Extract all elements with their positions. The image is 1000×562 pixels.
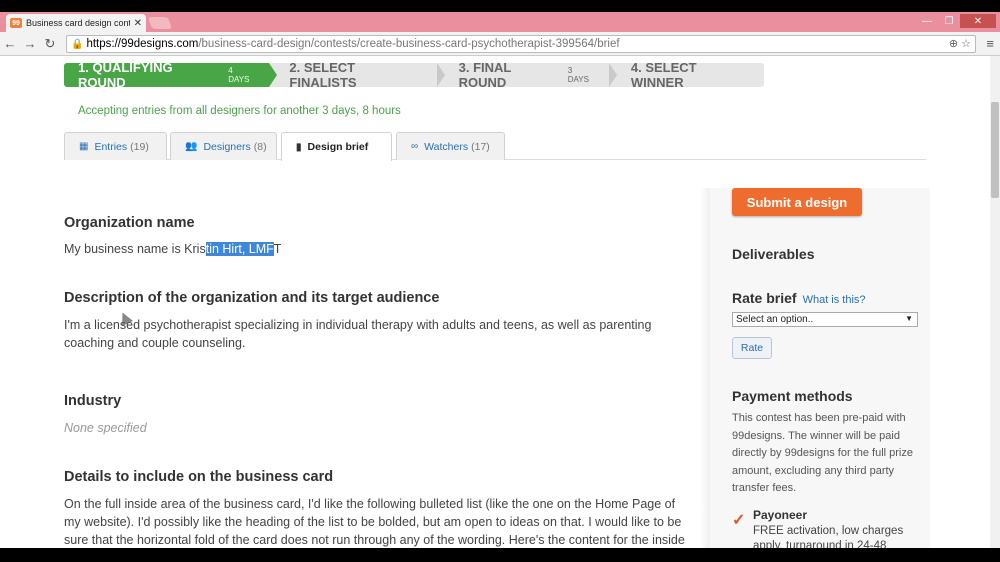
sidebar: Submit a design Deliverables Rate brief W… — [710, 188, 930, 548]
minimize-icon[interactable]: — — [916, 14, 938, 28]
window-controls: — ❐ ✕ — [916, 14, 996, 28]
tab-label: Designers — [203, 140, 251, 153]
step-days: 3 DAYS — [567, 66, 589, 84]
details-text: On the full inside area of the business … — [64, 497, 685, 547]
description-text: I'm a licensed psychotherapist specializ… — [64, 318, 652, 350]
designers-icon: 👥 — [185, 141, 198, 152]
content-tabs: ▦ Entries (19) 👥 Designers (8) ▮ Design … — [64, 132, 926, 161]
rate-brief-heading: Rate brief What is this? — [732, 290, 866, 306]
deliverables-heading: Deliverables — [732, 246, 815, 262]
scrollbar-thumb[interactable] — [991, 102, 999, 198]
tab-label: Design brief — [307, 141, 369, 153]
entries-icon: ▦ — [79, 141, 89, 152]
step-label: 4. SELECT WINNER — [630, 60, 697, 90]
back-icon[interactable]: ← — [0, 36, 20, 51]
browser-window: 99 Business card design cont ✕ — ❐ ✕ ← →… — [0, 12, 1000, 548]
page-content: 1. QUALIFYING ROUND 4 DAYS 2. SELECT FIN… — [0, 56, 990, 548]
tab-count: (19) — [130, 140, 149, 153]
zoom-icon[interactable]: ⊕ — [949, 38, 958, 50]
step-label: 2. SELECT FINALISTS — [289, 60, 357, 90]
url-path: /business-card-design/contests/create-bu… — [198, 38, 620, 50]
payoneer-name: Payoneer — [753, 508, 808, 522]
dropdown-caret-icon: ▼ — [905, 314, 913, 323]
select-value: Select an option.. — [736, 314, 814, 325]
tab-label: Entries — [94, 140, 128, 153]
window-close-icon[interactable]: ✕ — [960, 14, 996, 28]
contest-status: Accepting entries from all designers for… — [78, 105, 401, 117]
step-label: 1. QUALIFYING ROUND — [78, 60, 173, 90]
restore-icon[interactable]: ❐ — [938, 14, 960, 28]
tab-strip: 99 Business card design cont ✕ — ❐ ✕ — [0, 12, 1000, 32]
rating-select[interactable]: Select an option.. ▼ — [732, 312, 918, 327]
step-separator — [608, 63, 617, 87]
lock-icon: 🔒 — [71, 38, 84, 50]
industry-value: None specified — [64, 421, 147, 435]
tab-label: Watchers — [424, 140, 469, 153]
what-is-this-link[interactable]: What is this? — [803, 294, 866, 306]
step-label: 3. FINAL ROUND — [458, 60, 512, 90]
description-heading: Description of the organization and its … — [64, 290, 440, 306]
tab-count: (17) — [471, 140, 490, 153]
step-final-round: 3. FINAL ROUND 3 DAYS — [445, 60, 609, 90]
tab-design-brief[interactable]: ▮ Design brief — [281, 132, 392, 161]
step-days: 4 DAYS — [228, 66, 250, 84]
browser-toolbar: ← → ↻ 🔒 https://99designs.com /business-… — [0, 32, 1000, 56]
forward-icon[interactable]: → — [20, 36, 40, 51]
rate-brief-label: Rate brief — [732, 290, 797, 306]
selected-text: tin Hirt, LMF — [205, 242, 274, 256]
payoneer-description: FREE activation, low charges apply, turn… — [753, 525, 904, 548]
binoculars-icon: ∞ — [411, 141, 419, 152]
details-heading: Details to include on the business card — [64, 469, 334, 485]
clipboard-icon: ▮ — [296, 141, 302, 153]
url-host: https://99designs.com — [86, 38, 199, 50]
industry-heading: Industry — [64, 393, 122, 409]
contest-steps: 1. QUALIFYING ROUND 4 DAYS 2. SELECT FIN… — [64, 60, 764, 90]
reload-icon[interactable]: ↻ — [40, 36, 60, 52]
payment-methods-heading: Payment methods — [732, 388, 853, 404]
tab-count: (8) — [253, 140, 267, 153]
submit-design-button[interactable]: Submit a design — [732, 188, 862, 216]
favicon-icon: 99 — [10, 18, 22, 28]
rate-button[interactable]: Rate — [732, 337, 772, 359]
address-bar[interactable]: 🔒 https://99designs.com /business-card-d… — [66, 35, 976, 53]
tab-title: Business card design cont — [26, 18, 130, 28]
payoneer-icon: ✓ — [732, 512, 746, 529]
step-separator — [436, 63, 445, 87]
step-select-finalists: 2. SELECT FINALISTS — [275, 60, 436, 90]
tab-watchers[interactable]: ∞ Watchers (17) — [396, 132, 505, 160]
org-name-text-end: T — [273, 242, 282, 256]
payment-text: This contest has been pre-paid with 99de… — [732, 412, 913, 494]
bookmark-star-icon[interactable]: ☆ — [961, 38, 971, 50]
step-qualifying-round: 1. QUALIFYING ROUND 4 DAYS — [64, 60, 278, 90]
tab-entries[interactable]: ▦ Entries (19) — [64, 132, 167, 160]
step-select-winner: 4. SELECT WINNER — [617, 60, 764, 90]
close-icon[interactable]: ✕ — [134, 18, 142, 29]
page-scrollbar[interactable] — [990, 56, 1000, 548]
org-name-text: My business name is Kris — [64, 242, 206, 256]
new-tab-button[interactable] — [147, 17, 173, 29]
browser-tab[interactable]: 99 Business card design cont ✕ — [6, 14, 146, 32]
org-name-value: My business name is Kristin Hirt, LMFT — [64, 240, 690, 258]
tab-designers[interactable]: 👥 Designers (8) — [170, 132, 277, 160]
menu-icon[interactable]: ≡ — [986, 36, 994, 51]
org-name-heading: Organization name — [64, 215, 195, 231]
